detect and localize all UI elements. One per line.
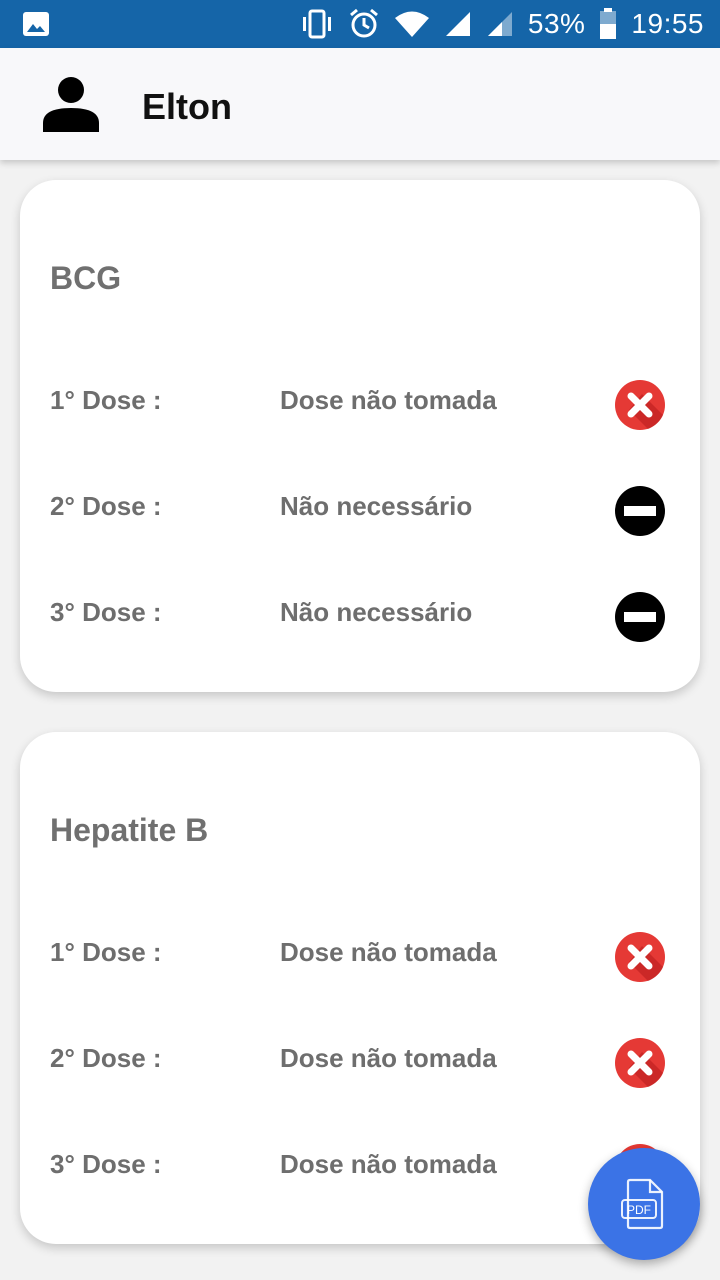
signal-icon: [445, 12, 470, 36]
dose-status: Dose não tomada: [280, 385, 497, 415]
clock: 19:55: [631, 8, 704, 39]
pdf-file-icon: PDF: [621, 1178, 664, 1230]
signal-icon-2: [487, 12, 512, 36]
red-x-icon: [615, 932, 665, 982]
dose-label: 1° Dose :: [50, 937, 162, 967]
vaccine-card: BCG 1° Dose : Dose não tomada 2° Dose : …: [20, 180, 700, 692]
dose-label: 3° Dose :: [50, 1149, 162, 1179]
pdf-label: PDF: [627, 1203, 651, 1217]
vaccine-title: BCG: [50, 260, 122, 296]
dose-row: 2° Dose : Não necessário: [20, 481, 700, 541]
dose-status: Não necessário: [280, 597, 473, 627]
vaccine-card: Hepatite B 1° Dose : Dose não tomada 2° …: [20, 732, 700, 1244]
dose-label: 1° Dose :: [50, 385, 162, 415]
dose-row: 2° Dose : Dose não tomada: [20, 1033, 700, 1093]
dose-status: Dose não tomada: [280, 1043, 497, 1073]
red-x-icon: [615, 380, 665, 430]
person-icon[interactable]: [40, 76, 102, 132]
dose-status: Dose não tomada: [280, 1149, 497, 1179]
status-bar: 53% 19:55: [0, 0, 720, 48]
app-bar: Elton: [0, 48, 720, 160]
not-required-icon: [615, 592, 665, 642]
dose-row: 1° Dose : Dose não tomada: [20, 375, 700, 435]
dose-label: 3° Dose :: [50, 597, 162, 627]
dose-label: 2° Dose :: [50, 1043, 162, 1073]
not-required-icon: [615, 486, 665, 536]
dose-status: Dose não tomada: [280, 937, 497, 967]
dose-label: 2° Dose :: [50, 491, 162, 521]
dose-status: Não necessário: [280, 491, 473, 521]
image-icon: [23, 12, 49, 36]
battery-icon: [600, 8, 617, 39]
wifi-icon: [394, 11, 429, 37]
dose-row: 1° Dose : Dose não tomada: [20, 927, 700, 987]
user-name: Elton: [142, 86, 232, 127]
vibrate-icon: [302, 9, 331, 39]
pdf-export-button[interactable]: PDF: [588, 1148, 700, 1260]
battery-percent: 53%: [527, 8, 586, 39]
red-x-icon: [615, 1038, 665, 1088]
dose-row: 3° Dose : Não necessário: [20, 587, 700, 647]
alarm-icon: [349, 8, 378, 38]
vaccine-title: Hepatite B: [50, 812, 209, 848]
